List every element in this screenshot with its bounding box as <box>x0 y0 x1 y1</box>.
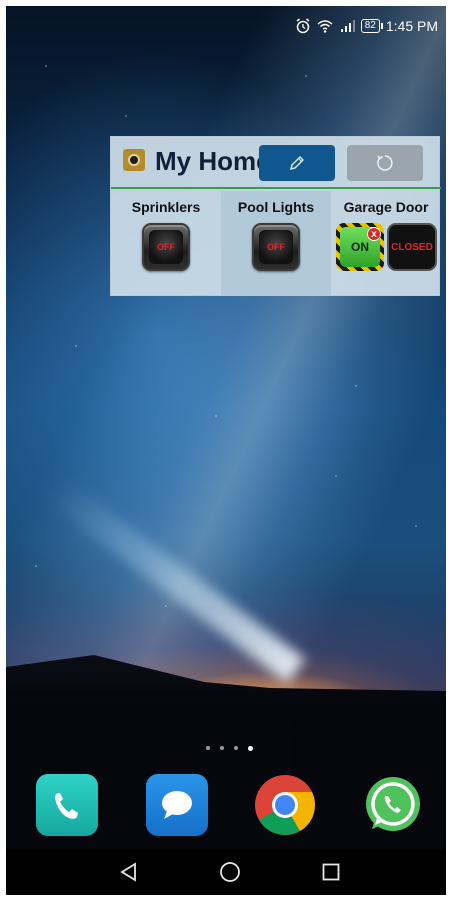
home-circle-icon <box>220 862 240 882</box>
wifi-icon <box>317 20 333 33</box>
page-dot-active[interactable] <box>248 746 253 751</box>
error-badge-icon: x <box>367 227 381 241</box>
navigation-bar <box>6 849 446 895</box>
pool-lights-toggle[interactable]: OFF <box>252 223 300 271</box>
toggle-state: OFF <box>149 230 183 264</box>
page-indicator <box>206 746 253 751</box>
toggle-state: OFF <box>259 230 293 264</box>
tile-label: Garage Door <box>343 199 429 215</box>
tile-label: Pool Lights <box>237 199 315 215</box>
widget-header: My Home <box>111 137 441 189</box>
page-dot[interactable] <box>206 746 210 750</box>
signal-icon <box>340 20 355 32</box>
chat-bubble-icon <box>162 791 192 819</box>
refresh-icon <box>377 155 393 171</box>
back-triangle-icon <box>120 862 136 882</box>
recent-apps-button[interactable] <box>318 859 344 885</box>
phone-icon <box>55 793 78 819</box>
page-dot[interactable] <box>234 746 238 750</box>
page-dot[interactable] <box>220 746 224 750</box>
chrome-app[interactable] <box>254 774 316 836</box>
home-screen: 82 1:45 PM My Home Sprinklers OFF Pool L… <box>6 6 446 895</box>
device-frame: 82 1:45 PM My Home Sprinklers OFF Pool L… <box>0 0 452 901</box>
widget-app-icon[interactable] <box>123 149 145 171</box>
status-bar: 82 1:45 PM <box>295 16 438 36</box>
alarm-icon <box>296 18 310 34</box>
recent-square-icon <box>322 863 340 881</box>
home-control-widget: My Home Sprinklers OFF Pool Lights OFF G… <box>110 136 441 296</box>
sprinklers-toggle[interactable]: OFF <box>142 223 190 271</box>
garage-door-status[interactable]: CLOSED <box>387 223 437 271</box>
messages-app[interactable] <box>146 774 208 836</box>
wallpaper-person-silhouette <box>290 718 308 776</box>
tile-garage-door[interactable]: Garage Door ON x CLOSED <box>331 191 441 295</box>
tile-label: Sprinklers <box>131 199 201 215</box>
whatsapp-app[interactable] <box>362 774 424 836</box>
refresh-button[interactable] <box>347 145 423 181</box>
edit-button[interactable] <box>259 145 335 181</box>
pencil-icon <box>289 155 305 171</box>
tile-sprinklers[interactable]: Sprinklers OFF <box>111 191 221 295</box>
tile-pool-lights[interactable]: Pool Lights OFF <box>221 191 331 295</box>
status-time: 1:45 PM <box>385 18 438 34</box>
widget-title: My Home <box>155 146 265 176</box>
home-button[interactable] <box>217 859 243 885</box>
phone-app[interactable] <box>36 774 98 836</box>
widget-tiles: Sprinklers OFF Pool Lights OFF Garage Do… <box>111 191 441 295</box>
back-button[interactable] <box>116 859 142 885</box>
battery-icon: 82 <box>360 19 384 33</box>
